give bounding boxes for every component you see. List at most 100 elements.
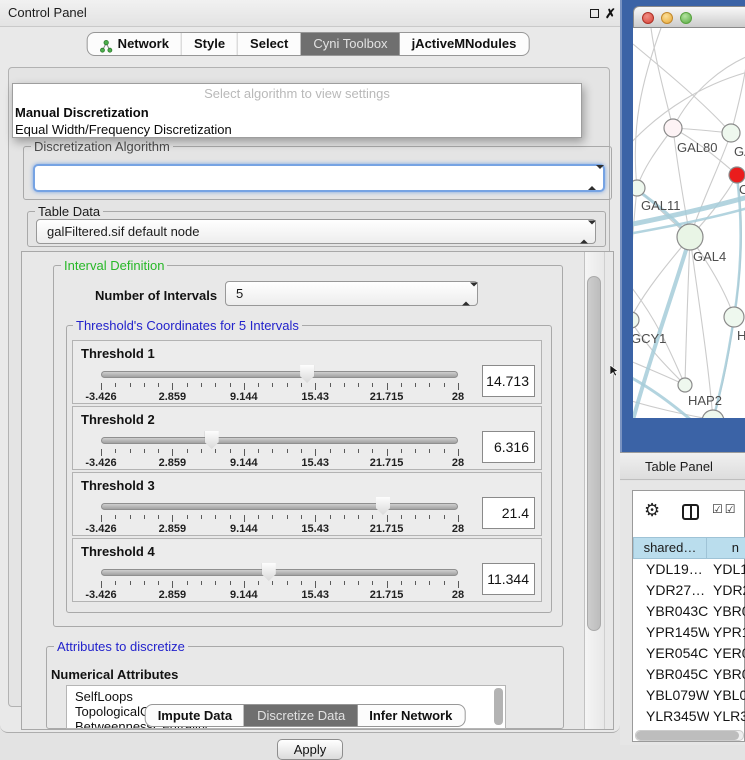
threshold-slider[interactable]: -3.4262.8599.14415.4321.71528 — [101, 429, 458, 467]
tab-style[interactable]: Style — [181, 33, 237, 55]
tick-mark — [401, 515, 402, 519]
tick-mark — [101, 383, 102, 390]
tab-jactivemnodules[interactable]: jActiveMNodules — [400, 33, 529, 55]
slider-thumb[interactable] — [300, 365, 314, 383]
gear-icon[interactable]: ⚙ — [644, 499, 660, 521]
tab-impute-data[interactable]: Impute Data — [146, 705, 244, 726]
columns-icon[interactable] — [682, 504, 699, 520]
checkbox-icons[interactable]: ☑☑ — [712, 502, 738, 516]
table-data-combobox[interactable]: galFiltered.sif default node — [36, 219, 596, 244]
threshold-value-field[interactable]: 14.713 — [482, 365, 535, 397]
tick-mark — [287, 383, 288, 387]
number-of-intervals-combobox[interactable]: 5 — [225, 281, 478, 306]
tick-mark — [458, 581, 459, 588]
tab-network[interactable]: Network — [88, 33, 181, 55]
tab-label: Select — [250, 33, 288, 55]
table-row[interactable]: YPR145WYPR1 — [633, 622, 745, 643]
table-cell-shared-name: YLR345W — [633, 706, 709, 721]
tick-mark — [301, 515, 302, 519]
combo-stepper-icon[interactable] — [580, 224, 588, 239]
column-header-name[interactable]: n — [707, 537, 745, 559]
tick-mark — [415, 515, 416, 519]
network-canvas[interactable]: GAL80GACGAL11GAL4GCY1HHAP2 — [633, 28, 745, 418]
dropdown-option-manual-discretization[interactable]: Manual Discretization — [13, 104, 573, 121]
scale-label: 15.43 — [301, 457, 329, 469]
tick-mark — [172, 449, 173, 456]
tab-cyni-toolbox[interactable]: Cyni Toolbox — [300, 33, 399, 55]
slider-thumb[interactable] — [205, 431, 219, 449]
slider-track[interactable] — [101, 503, 458, 510]
node-table: ⚙ ☑☑ shared… n YDL19…YDL1YDR27…YDR2YBR04… — [632, 490, 745, 742]
threshold-slider[interactable]: -3.4262.8599.14415.4321.71528 — [101, 561, 458, 599]
tab-discretize-data[interactable]: Discretize Data — [244, 705, 357, 726]
tick-mark — [315, 515, 316, 522]
table-row[interactable]: YBL079WYBL0 — [633, 685, 745, 706]
threshold-slider[interactable]: -3.4262.8599.14415.4321.71528 — [101, 495, 458, 533]
slider-track[interactable] — [101, 371, 458, 378]
network-window-titlebar[interactable] — [633, 6, 745, 28]
slider-thumb[interactable] — [262, 563, 276, 581]
scale-label: 9.144 — [230, 391, 258, 403]
tick-mark — [287, 515, 288, 519]
zoom-traffic-light-icon[interactable] — [680, 12, 692, 24]
attributes-group-title: Attributes to discretize — [54, 639, 188, 654]
tick-mark — [387, 383, 388, 390]
table-row[interactable]: YLR345WYLR3 — [633, 706, 745, 721]
horizontal-scrollbar-thumb[interactable] — [636, 731, 739, 740]
threshold-box: Threshold 3 -3.4262.8599.14415.4321.71528… — [72, 472, 542, 536]
combo-stepper-icon[interactable] — [588, 169, 596, 187]
dropdown-option-equal-width-frequency-discretization[interactable]: Equal Width/Frequency Discretization — [13, 121, 573, 138]
slider-track[interactable] — [101, 437, 458, 444]
table-header-row: shared… n — [633, 537, 745, 559]
tick-mark — [258, 581, 259, 585]
tick-mark — [215, 515, 216, 519]
scale-label: -3.426 — [85, 589, 116, 601]
threshold-box: Threshold 4 -3.4262.8599.14415.4321.71528… — [72, 538, 542, 602]
combo-stepper-icon[interactable] — [462, 286, 470, 301]
slider-thumb[interactable] — [376, 497, 390, 515]
svg-text:H: H — [737, 328, 745, 343]
threshold-value-field[interactable]: 6.316 — [482, 431, 535, 463]
tick-mark — [358, 449, 359, 453]
threshold-slider[interactable]: -3.4262.8599.14415.4321.71528 — [101, 363, 458, 401]
table-row[interactable]: YER054CYER0 — [633, 643, 745, 664]
minimize-traffic-light-icon[interactable] — [661, 12, 673, 24]
table-row[interactable]: YBR045CYBR0 — [633, 664, 745, 685]
dropdown-hint-option[interactable]: Select algorithm to view settings — [13, 86, 581, 101]
scale-label: 15.43 — [301, 391, 329, 403]
tick-mark — [387, 449, 388, 456]
close-traffic-light-icon[interactable] — [642, 12, 654, 24]
close-icon[interactable]: ✗ — [605, 0, 616, 27]
table-data-value: galFiltered.sif default node — [47, 220, 199, 244]
tick-mark — [444, 383, 445, 387]
algorithm-combobox[interactable] — [33, 164, 605, 192]
vertical-scrollbar-thumb[interactable] — [587, 276, 601, 631]
table-cell-shared-name: YDL19… — [633, 559, 709, 580]
attribute-list-item[interactable]: SelfLoops — [75, 689, 505, 704]
tick-mark — [387, 581, 388, 588]
tick-mark — [101, 515, 102, 522]
tick-mark — [458, 383, 459, 390]
table-row[interactable]: YBR043CYBR0 — [633, 601, 745, 622]
threshold-label: Threshold 3 — [81, 478, 155, 493]
table-cell-name: YLR3 — [709, 706, 745, 721]
column-header-shared-name[interactable]: shared… — [633, 537, 707, 559]
list-scrollbar-thumb[interactable] — [494, 688, 503, 725]
threshold-label: Threshold 4 — [81, 544, 155, 559]
apply-button[interactable]: Apply — [277, 739, 343, 760]
float-window-icon[interactable] — [590, 9, 599, 18]
tick-mark — [144, 581, 145, 585]
table-cell-shared-name: YER054C — [633, 643, 709, 664]
tab-infer-network[interactable]: Infer Network — [357, 705, 464, 726]
slider-track[interactable] — [101, 569, 458, 576]
table-row[interactable]: YDR27…YDR2 — [633, 580, 745, 601]
table-panel-title: Table Panel — [645, 453, 713, 480]
tick-mark — [258, 449, 259, 453]
tab-select[interactable]: Select — [237, 33, 300, 55]
scale-label: 21.715 — [370, 589, 404, 601]
scale-label: 2.859 — [159, 391, 187, 403]
threshold-value-field[interactable]: 11.344 — [482, 563, 535, 595]
threshold-value-field[interactable]: 21.4 — [482, 497, 535, 529]
table-row[interactable]: YDL19…YDL1 — [633, 559, 745, 580]
tick-mark — [101, 449, 102, 456]
